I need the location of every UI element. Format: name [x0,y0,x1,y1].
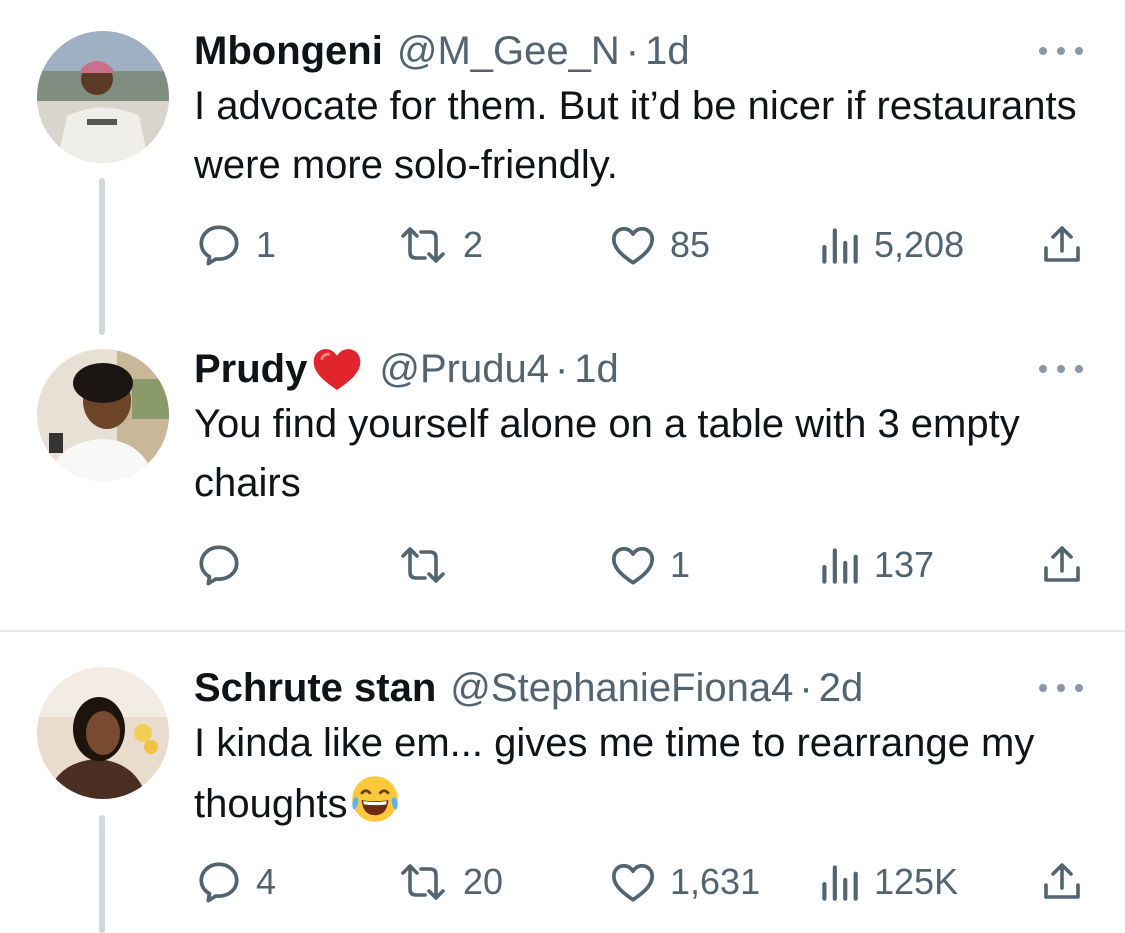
views-icon [822,865,858,901]
avatar-photo [37,667,169,799]
timestamp[interactable]: 2d [819,660,864,716]
share-icon [1044,546,1080,582]
like-button[interactable]: 1,631 [608,857,760,907]
more-icon[interactable] [1036,359,1086,379]
separator-dot: · [554,347,569,391]
tears-of-joy-emoji-icon [352,776,399,822]
like-count: 1 [670,544,691,585]
reply-count: 4 [256,861,277,902]
tweet-header: Prudy @Prudu4 · 1d [194,341,619,397]
like-count: 1,631 [670,861,761,902]
reply-icon [199,545,239,586]
views-icon [822,548,858,584]
tweet-text: I advocate for them. But it’d be nicer i… [194,84,1077,187]
display-name[interactable]: Mbongeni [194,23,383,79]
retweet-button[interactable]: 20 [395,857,503,907]
like-button[interactable]: 85 [608,220,710,270]
reply-icon [199,225,239,266]
heart-icon [611,863,655,902]
reply-button[interactable] [194,540,256,590]
retweet-icon [401,227,445,263]
thread-line [99,178,105,335]
views-button[interactable]: 137 [816,540,934,590]
heart-icon [611,226,655,265]
like-count: 85 [670,224,711,265]
avatar-photo [37,349,169,481]
thread-divider [0,630,1125,632]
share-icon [1044,863,1080,899]
more-icon[interactable] [1036,41,1086,61]
tweet-2[interactable]: Prudy @Prudu4 · 1d You find yourself alo… [0,341,1125,626]
tweet-header: Schrute stan @StephanieFiona4 · 2d [194,660,863,716]
reply-icon [199,862,239,903]
timestamp[interactable]: 1d [574,341,619,397]
avatar[interactable] [37,667,169,799]
share-icon [1044,226,1080,262]
tweet-text: I kinda like em... gives me time to rear… [194,721,1035,826]
avatar-photo [37,31,169,163]
like-button[interactable]: 1 [608,540,690,590]
tweet-text-block: I kinda like em... gives me time to rear… [194,714,1094,834]
share-button[interactable] [1038,857,1086,907]
user-handle[interactable]: @StephanieFiona4 [450,660,793,716]
tweet-3[interactable]: Schrute stan @StephanieFiona4 · 2d I kin… [0,660,1125,933]
thread-line [99,815,105,933]
retweet-count: 2 [463,224,484,265]
retweet-count: 20 [463,861,504,902]
more-icon[interactable] [1036,678,1086,698]
separator-dot: · [799,666,813,710]
avatar[interactable] [37,31,169,163]
heart-icon [611,546,655,585]
views-icon [822,228,858,264]
tweet-header: Mbongeni @M_Gee_N · 1d [194,23,690,79]
reply-button[interactable]: 4 [194,857,276,907]
reply-count: 1 [256,224,277,265]
view-count: 137 [874,544,935,585]
retweet-icon [401,547,445,583]
tweet-1[interactable]: Mbongeni @M_Gee_N · 1d I advocate for th… [0,23,1125,343]
separator-dot: · [625,29,640,73]
reply-button[interactable]: 1 [194,220,276,270]
user-handle[interactable]: @Prudu4 [379,341,549,397]
timestamp[interactable]: 1d [645,23,690,79]
view-count: 5,208 [874,224,965,265]
red-heart-emoji-icon [314,349,361,390]
share-button[interactable] [1038,220,1086,270]
display-name[interactable]: Prudy [194,341,307,397]
tweet-text: You find yourself alone on a table with … [194,402,1020,505]
retweet-icon [401,864,445,900]
retweet-button[interactable] [395,540,463,590]
avatar[interactable] [37,349,169,481]
retweet-button[interactable]: 2 [395,220,483,270]
views-button[interactable]: 125K [816,857,958,907]
user-handle[interactable]: @M_Gee_N [397,23,620,79]
view-count: 125K [874,861,959,902]
views-button[interactable]: 5,208 [816,220,964,270]
share-button[interactable] [1038,540,1086,590]
display-name[interactable]: Schrute stan [194,660,436,716]
